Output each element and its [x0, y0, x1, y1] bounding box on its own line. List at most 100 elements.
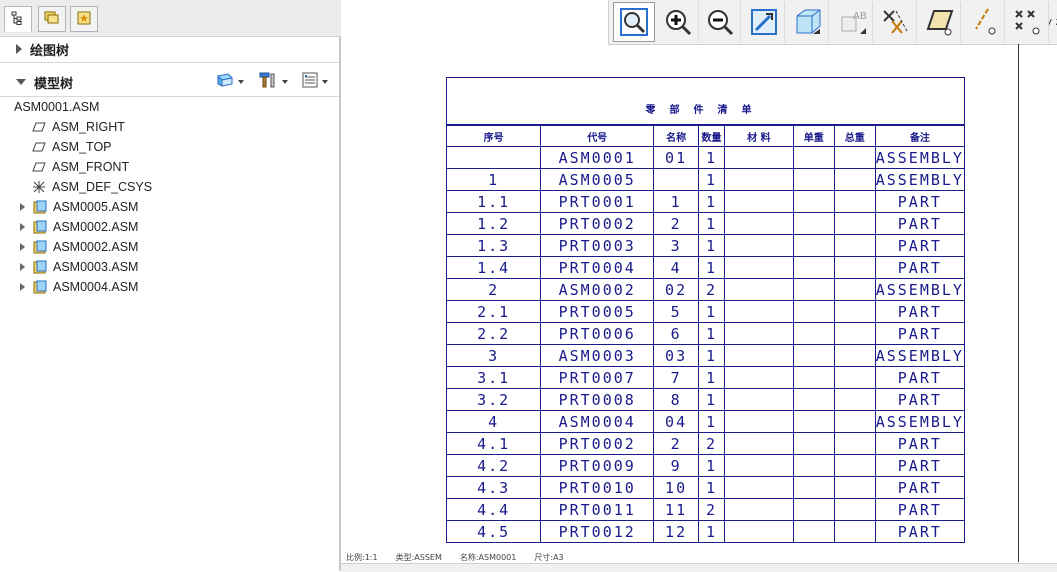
tree-settings-button[interactable] [258, 72, 288, 91]
bom-row[interactable]: 2.1 PRT0005 5 1 PART [447, 300, 964, 323]
zoom-window-button[interactable] [613, 2, 655, 42]
expand-arrow-icon[interactable] [20, 263, 25, 271]
bom-cell: ASM0003 [540, 344, 655, 367]
tree-item-asm0003[interactable]: ASM0003.ASM [20, 257, 138, 277]
bom-cell: 1 [698, 300, 725, 323]
bom-cell [724, 344, 794, 367]
bom-cell: PRT0012 [540, 520, 655, 542]
assembly-icon [33, 220, 47, 234]
tree-item-label: ASM0005.ASM [53, 200, 139, 214]
drawing-tree-header[interactable]: 绘图树 [0, 38, 341, 60]
zoom-out-button[interactable] [699, 2, 741, 42]
bom-row[interactable]: 3.2 PRT0008 8 1 PART [447, 388, 964, 411]
bom-row[interactable]: ASM0001 01 1 ASSEMBLY [447, 146, 964, 169]
bom-cell: 5 [653, 300, 700, 323]
tree-item-asm0005[interactable]: ASM0005.ASM [20, 197, 138, 217]
bom-header-cell: 总重 [833, 125, 876, 147]
bom-cell: 1 [698, 256, 725, 279]
bom-cell [792, 256, 835, 279]
bom-cell: 3.1 [447, 366, 542, 389]
tools-icon [258, 72, 278, 91]
display-settings-icon [216, 72, 234, 91]
bom-cell: PRT0010 [540, 476, 655, 499]
bom-row[interactable]: 2.2 PRT0006 6 1 PART [447, 322, 964, 345]
tree-item-asm0002[interactable]: ASM0002.ASM [20, 217, 138, 237]
point-display-button[interactable] [1007, 2, 1049, 42]
shading-button[interactable] [787, 2, 829, 42]
tree-item-asm0004[interactable]: ASM0004.ASM [20, 277, 138, 297]
expand-arrow-icon[interactable] [20, 243, 25, 251]
bom-cell [724, 454, 794, 477]
zoom-in-button[interactable] [657, 2, 699, 42]
tree-item-root[interactable]: ASM0001.ASM [14, 97, 99, 117]
bom-cell: 4.3 [447, 476, 542, 499]
tree-item-asm0002-2[interactable]: ASM0002.ASM [20, 237, 138, 257]
bom-row[interactable]: 4.5 PRT0012 12 1 PART [447, 520, 964, 542]
bom-row[interactable]: 1.3 PRT0003 3 1 PART [447, 234, 964, 257]
text-display-button[interactable]: AB [831, 2, 873, 42]
bom-row[interactable]: 4.1 PRT0002 2 2 PART [447, 432, 964, 455]
bom-row[interactable]: 4.2 PRT0009 9 1 PART [447, 454, 964, 477]
expand-arrow-icon[interactable] [20, 223, 25, 231]
bom-row[interactable]: 4.4 PRT0011 11 2 PART [447, 498, 964, 521]
tree-item-asm-top[interactable]: ASM_TOP [32, 137, 112, 157]
expand-arrow-icon[interactable] [20, 203, 25, 211]
model-tree-header[interactable]: 模型树 [0, 71, 341, 93]
datum-plane-icon [32, 140, 46, 154]
bom-cell: 7 [653, 366, 700, 389]
bom-row[interactable]: 1.4 PRT0004 4 1 PART [447, 256, 964, 279]
tree-columns-button[interactable] [302, 72, 328, 91]
bom-row[interactable]: 4 ASM0004 04 1 ASSEMBLY [447, 410, 964, 433]
bom-cell: ASSEMBLY [874, 344, 964, 367]
bom-cell [792, 498, 835, 521]
bom-row[interactable]: 1 ASM0005 1 ASSEMBLY [447, 168, 964, 191]
bom-table[interactable]: 零部件清单 序号 代号 名称 数量材 料单重 总重 备注 ASM0001 01 1 ASSEMB… [446, 77, 965, 543]
bom-cell: 01 [653, 146, 700, 169]
tree-display-button[interactable] [216, 72, 244, 91]
expand-arrow-icon[interactable] [20, 283, 25, 291]
bom-cell: 1 [698, 454, 725, 477]
tab-model-tree[interactable] [4, 6, 32, 32]
plane-display-button[interactable] [919, 2, 961, 42]
bom-cell: PART [874, 190, 964, 213]
assembly-icon [33, 200, 47, 214]
tree-item-asm-def-csys[interactable]: ASM_DEF_CSYS [32, 177, 152, 197]
ab-label: AB [853, 11, 867, 22]
bom-cell: 9 [653, 454, 700, 477]
bom-row[interactable]: 1.2 PRT0002 2 1 PART [447, 212, 964, 235]
axis-display-button[interactable] [963, 2, 1005, 42]
csys-display-button[interactable]: y z [1049, 2, 1057, 42]
bom-cell: PRT0002 [540, 432, 655, 455]
bom-cell [724, 256, 794, 279]
bom-row[interactable]: 2 ASM0002 02 2 ASSEMBLY [447, 278, 964, 301]
dropdown-arrow-icon [322, 79, 328, 84]
tab-folder-browser[interactable] [38, 6, 66, 32]
bom-cell: PRT0002 [540, 212, 655, 235]
dropdown-arrow-icon [238, 79, 244, 84]
bom-row[interactable]: 3 ASM0003 03 1 ASSEMBLY [447, 344, 964, 367]
bom-row[interactable]: 4.3 PRT0010 10 1 PART [447, 476, 964, 499]
bom-cell [833, 520, 876, 542]
bom-cell: 2 [698, 432, 725, 455]
tree-item-asm-front[interactable]: ASM_FRONT [32, 157, 129, 177]
bom-cell: 2 [447, 278, 542, 301]
bom-cell [833, 432, 876, 455]
bom-cell: ASM0002 [540, 278, 655, 301]
datum-display-button[interactable] [875, 2, 917, 42]
type-label: 类型:ASSEM [395, 552, 442, 562]
tab-favorites[interactable] [70, 6, 98, 32]
bom-cell: 4.2 [447, 454, 542, 477]
bom-cell [833, 256, 876, 279]
bom-row[interactable]: 1.1 PRT0001 1 1 PART [447, 190, 964, 213]
datum-display-icon [880, 7, 912, 37]
favorites-icon [77, 11, 91, 28]
bom-cell [833, 366, 876, 389]
bom-cell [724, 190, 794, 213]
bom-cell: ASSEMBLY [874, 410, 964, 433]
bom-header-row: 序号 代号 名称 数量材 料单重 总重 备注 [447, 125, 964, 147]
repaint-button[interactable] [743, 2, 785, 42]
bom-row[interactable]: 3.1 PRT0007 7 1 PART [447, 366, 964, 389]
tree-item-asm-right[interactable]: ASM_RIGHT [32, 117, 125, 137]
bom-cell: 1 [698, 212, 725, 235]
bom-cell [792, 278, 835, 301]
